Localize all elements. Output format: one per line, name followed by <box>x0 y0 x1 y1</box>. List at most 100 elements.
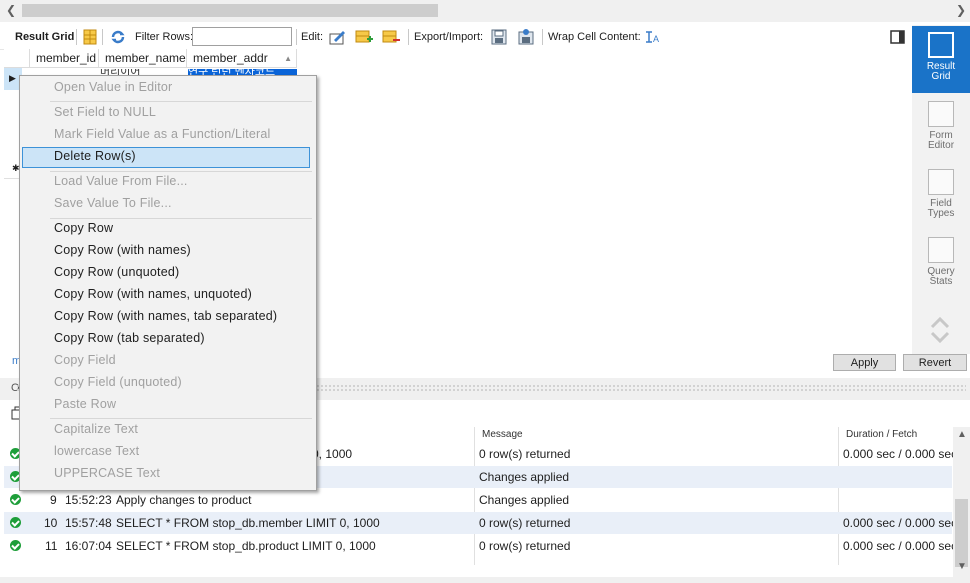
menu-separator <box>50 171 312 172</box>
menu-item-delete-rows[interactable]: Delete Row(s) <box>54 149 136 163</box>
delete-row-icon[interactable] <box>382 28 400 46</box>
scrollbar-thumb[interactable] <box>22 4 438 17</box>
menu-item-mark-function-literal[interactable]: Mark Field Value as a Function/Literal <box>54 127 271 141</box>
toolbar-divider <box>76 29 77 45</box>
success-icon <box>10 494 21 505</box>
output-row[interactable]: 10 15:57:48 SELECT * FROM stop_db.member… <box>4 512 957 534</box>
row-time: 16:07:04 <box>65 539 112 553</box>
row-index: 9 <box>50 493 57 507</box>
toolbar-divider <box>296 29 297 45</box>
sidebar-label: Stats <box>929 276 953 287</box>
output-vertical-scrollbar[interactable]: ▲ ▼ <box>953 427 970 577</box>
menu-item-copy-row-names-tab[interactable]: Copy Row (with names, tab separated) <box>54 309 277 323</box>
row-action: SELECT * FROM stop_db.member LIMIT 0, 10… <box>116 516 380 530</box>
output-row[interactable]: 11 16:07:04 SELECT * FROM stop_db.produc… <box>4 535 957 557</box>
sidebar-query-stats[interactable]: Query Stats <box>912 231 970 291</box>
menu-item-copy-field-unquoted[interactable]: Copy Field (unquoted) <box>54 375 182 389</box>
field-types-icon <box>928 169 954 195</box>
menu-item-capitalize-text[interactable]: Capitalize Text <box>54 422 138 436</box>
menu-item-copy-row-unquoted[interactable]: Copy Row (unquoted) <box>54 265 179 279</box>
menu-item-paste-row[interactable]: Paste Row <box>54 397 116 411</box>
column-header-label: member_addr <box>193 51 268 65</box>
filter-rows-label: Filter Rows: <box>135 31 194 43</box>
export-icon[interactable] <box>490 28 508 46</box>
row-action: 0, 1000 <box>312 447 353 461</box>
column-header-member-id[interactable]: member_id <box>30 49 99 68</box>
apply-button[interactable]: Apply <box>833 354 896 371</box>
row-duration: 0.000 sec / 0.000 sec <box>843 516 958 530</box>
horizontal-scrollbar[interactable]: ❮ ❯ <box>0 0 970 22</box>
scroll-left-icon[interactable]: ❮ <box>6 3 16 17</box>
row-message: 0 row(s) returned <box>479 539 571 553</box>
edit-row-icon[interactable] <box>328 28 346 46</box>
result-grid-icon <box>928 32 954 58</box>
menu-item-set-field-null[interactable]: Set Field to NULL <box>54 105 156 119</box>
sort-arrow-icon: ▲ <box>284 54 292 63</box>
grid-icon[interactable] <box>81 28 99 46</box>
row-index: 11 <box>45 539 58 553</box>
menu-item-load-value-from-file[interactable]: Load Value From File... <box>54 174 188 188</box>
bottom-scrollbar[interactable] <box>0 577 970 583</box>
row-message: Changes applied <box>479 470 570 484</box>
filter-rows-input[interactable] <box>192 27 292 46</box>
menu-item-save-value-to-file[interactable]: Save Value To File... <box>54 196 172 210</box>
row-duration: 0.000 sec / 0.000 sec <box>843 447 958 461</box>
row-message: 0 row(s) returned <box>479 447 571 461</box>
row-action: SELECT * FROM stop_db.product LIMIT 0, 1… <box>116 539 376 553</box>
row-action: Apply changes to product <box>116 493 252 507</box>
result-grid-label: Result Grid <box>15 31 75 43</box>
success-icon <box>10 540 21 551</box>
success-icon <box>10 517 21 528</box>
refresh-icon[interactable] <box>109 28 127 46</box>
sidebar-form-editor[interactable]: Form Editor <box>912 95 970 155</box>
revert-button[interactable]: Revert <box>903 354 967 371</box>
scrollbar-thumb[interactable] <box>955 499 968 567</box>
sidebar-label: Grid <box>931 71 951 82</box>
menu-item-copy-field[interactable]: Copy Field <box>54 353 116 367</box>
menu-item-uppercase-text[interactable]: UPPERCASE Text <box>54 466 160 480</box>
menu-item-copy-row-with-names[interactable]: Copy Row (with names) <box>54 243 191 257</box>
svg-text:A: A <box>653 34 659 44</box>
toolbar-divider <box>542 29 543 45</box>
row-index: 10 <box>44 516 58 530</box>
menu-item-copy-row[interactable]: Copy Row <box>54 221 113 235</box>
wrap-text-icon[interactable]: A <box>643 28 661 46</box>
current-row-icon: ▶ <box>9 73 16 83</box>
toggle-panel-icon[interactable] <box>889 28 907 46</box>
menu-separator <box>50 101 312 102</box>
column-header-message: Message <box>482 429 523 440</box>
menu-item-copy-row-tab[interactable]: Copy Row (tab separated) <box>54 331 205 345</box>
toolbar-divider <box>408 29 409 45</box>
result-sidebar: Result Grid Form Editor Field Types Quer… <box>912 25 970 354</box>
form-editor-icon <box>928 101 954 127</box>
sidebar-scroll-chevrons-icon[interactable] <box>929 315 951 345</box>
scroll-right-icon[interactable]: ❯ <box>956 3 966 17</box>
row-time: 15:57:48 <box>65 516 112 530</box>
grid-corner <box>4 49 30 68</box>
edit-label: Edit: <box>301 31 324 43</box>
menu-item-lowercase-text[interactable]: lowercase Text <box>54 444 139 458</box>
menu-separator <box>50 218 312 219</box>
scroll-up-icon[interactable]: ▲ <box>957 429 967 440</box>
menu-item-open-value-in-editor[interactable]: Open Value in Editor <box>54 80 172 94</box>
wrap-cell-label: Wrap Cell Content: <box>548 31 641 43</box>
column-header-member-addr[interactable]: member_addr ▲ <box>187 49 297 68</box>
export-import-label: Export/Import: <box>414 31 484 43</box>
context-menu: Open Value in Editor Set Field to NULL M… <box>19 75 317 491</box>
toolbar-divider <box>102 29 103 45</box>
query-stats-icon <box>928 237 954 263</box>
import-icon[interactable] <box>517 28 535 46</box>
insert-row-icon[interactable] <box>355 28 373 46</box>
menu-separator <box>50 418 312 419</box>
sidebar-field-types[interactable]: Field Types <box>912 163 970 223</box>
column-header-member-name[interactable]: member_name <box>99 49 187 68</box>
output-row[interactable]: 9 15:52:23 Apply changes to product Chan… <box>4 489 952 511</box>
menu-item-copy-row-names-unquoted[interactable]: Copy Row (with names, unquoted) <box>54 287 252 301</box>
row-duration: 0.000 sec / 0.000 sec <box>843 539 958 553</box>
row-message: 0 row(s) returned <box>479 516 571 530</box>
row-time: 15:52:23 <box>65 493 112 507</box>
sidebar-label: Editor <box>927 140 955 151</box>
scroll-down-icon[interactable]: ▼ <box>957 561 967 572</box>
column-header-duration: Duration / Fetch <box>846 429 918 440</box>
sidebar-result-grid[interactable]: Result Grid <box>912 26 970 93</box>
